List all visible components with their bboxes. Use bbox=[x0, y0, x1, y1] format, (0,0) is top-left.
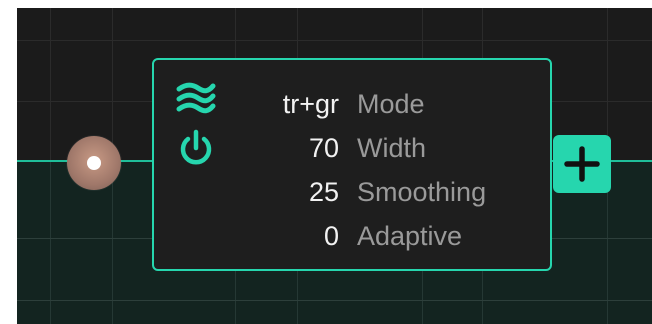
plus-icon bbox=[564, 146, 600, 182]
node-icons bbox=[176, 82, 220, 168]
effect-node[interactable]: tr+gr Mode 70 Width 25 Smoothing 0 Adapt… bbox=[152, 58, 552, 271]
power-icon[interactable] bbox=[176, 128, 216, 168]
param-value[interactable]: 25 bbox=[309, 170, 339, 214]
port-dot-icon bbox=[87, 156, 101, 170]
waves-icon bbox=[176, 82, 216, 114]
grid-line bbox=[17, 40, 652, 41]
grid-line bbox=[17, 300, 652, 301]
param-label: Width bbox=[357, 133, 427, 163]
param-label: Adaptive bbox=[357, 221, 463, 251]
param-row-width[interactable]: 70 Width bbox=[254, 126, 544, 170]
param-row-mode[interactable]: tr+gr Mode bbox=[254, 82, 544, 126]
param-list: tr+gr Mode 70 Width 25 Smoothing 0 Adapt… bbox=[254, 82, 544, 258]
param-value[interactable]: 0 bbox=[324, 214, 339, 258]
param-value[interactable]: tr+gr bbox=[283, 82, 339, 126]
param-value[interactable]: 70 bbox=[309, 126, 339, 170]
param-label: Mode bbox=[357, 89, 425, 119]
node-canvas[interactable]: tr+gr Mode 70 Width 25 Smoothing 0 Adapt… bbox=[17, 8, 652, 324]
param-row-adaptive[interactable]: 0 Adaptive bbox=[254, 214, 544, 258]
input-port[interactable] bbox=[67, 136, 121, 190]
add-node-button[interactable] bbox=[553, 135, 611, 193]
param-label: Smoothing bbox=[357, 177, 487, 207]
param-row-smoothing[interactable]: 25 Smoothing bbox=[254, 170, 544, 214]
